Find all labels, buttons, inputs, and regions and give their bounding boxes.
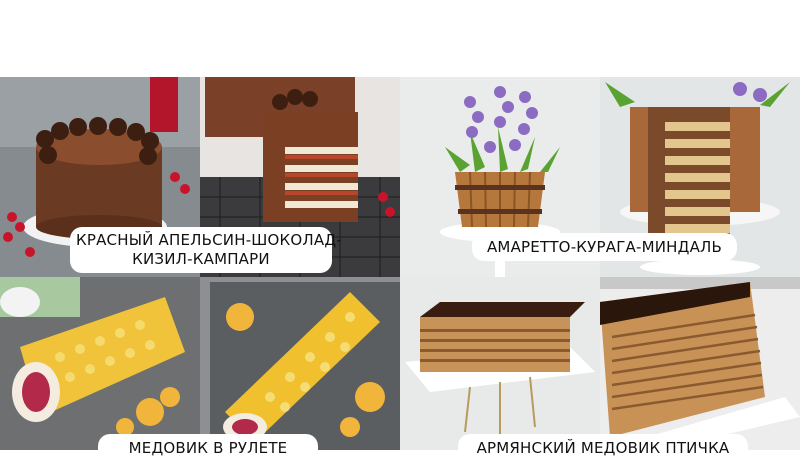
caption-red-orange-line2: КИЗИЛ-КАМПАРИ <box>132 250 270 268</box>
cake-collage: КРАСНЫЙ АПЕЛЬСИН-ШОКОЛАД- КИЗИЛ-КАМПАРИ … <box>0 77 800 462</box>
armenian-cake-stand-photo <box>400 277 600 450</box>
caption-red-orange-line1: КРАСНЫЙ АПЕЛЬСИН-ШОКОЛАД- <box>76 231 342 249</box>
honey-roll-tray-photo <box>200 277 400 450</box>
caption-armenian-cake: АРМЯНСКИЙ МЕДОВИК ПТИЧКА <box>458 434 748 462</box>
caption-honey-roll: МЕДОВИК В РУЛЕТЕ <box>98 434 318 462</box>
honey-roll-photo <box>0 277 200 450</box>
caption-red-orange-cake: КРАСНЫЙ АПЕЛЬСИН-ШОКОЛАД- КИЗИЛ-КАМПАРИ <box>70 227 342 273</box>
caption-amaretto-cake: АМАРЕТТО-КУРАГА-МИНДАЛЬ <box>472 233 737 261</box>
armenian-cake-slab-photo <box>600 277 800 450</box>
